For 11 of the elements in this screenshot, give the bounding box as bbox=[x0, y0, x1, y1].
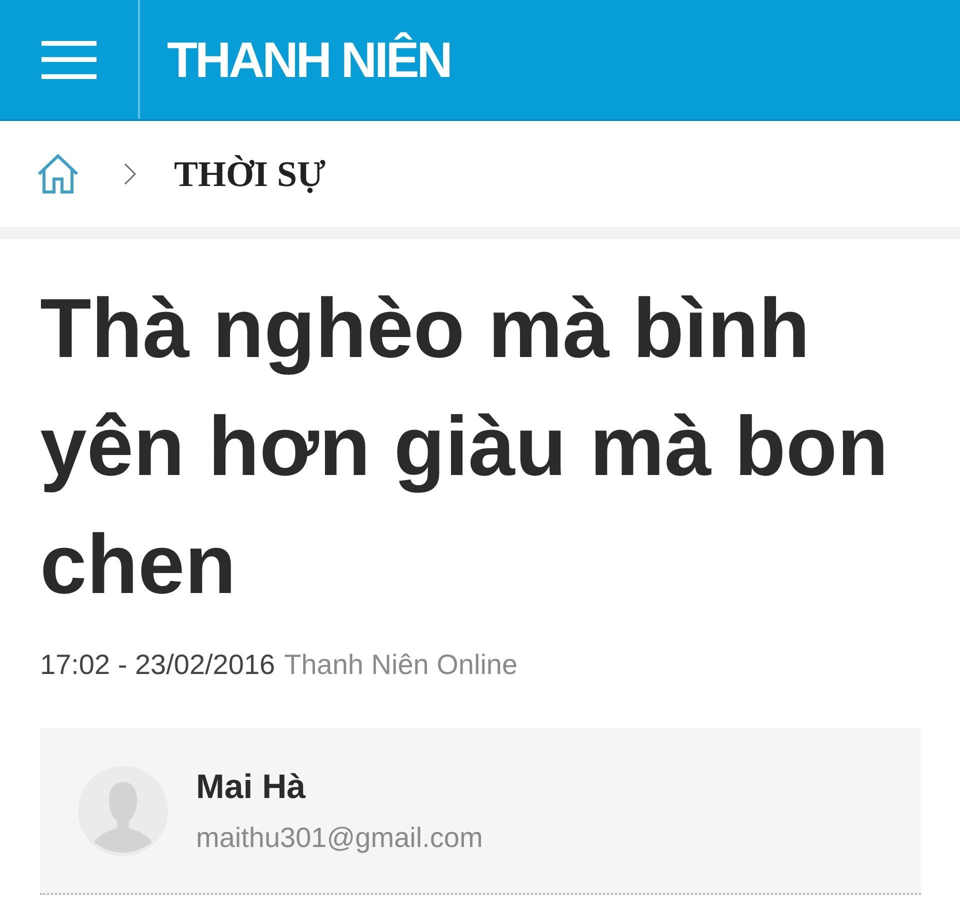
author-email: maithu301@gmail.com bbox=[196, 820, 483, 854]
home-icon[interactable] bbox=[37, 153, 79, 195]
publish-date: 17:02 - 23/02/2016 bbox=[40, 648, 276, 682]
breadcrumb-section-link[interactable]: THỜI SỰ bbox=[174, 156, 326, 192]
chevron-right-icon bbox=[124, 163, 136, 185]
article-headline: Thà nghèo mà bình yên hơn giàu mà bon chen bbox=[40, 280, 890, 613]
author-name: Mai Hà bbox=[196, 766, 307, 806]
menu-button[interactable] bbox=[40, 38, 98, 80]
avatar-silhouette-icon bbox=[78, 766, 168, 856]
source-name: Thanh Niên Online bbox=[284, 648, 518, 682]
menu-icon bbox=[40, 40, 98, 78]
